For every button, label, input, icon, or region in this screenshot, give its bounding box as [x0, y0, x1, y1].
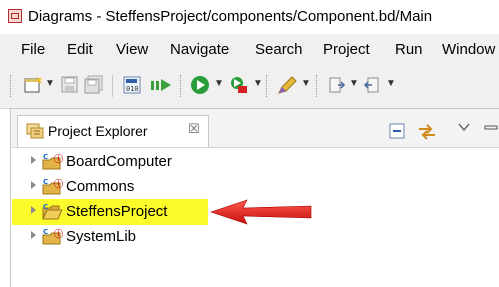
binary-build-icon[interactable]: 010 — [122, 75, 144, 95]
tree-item-boardcomputer[interactable]: ⓘ C BoardComputer — [11, 150, 481, 174]
svg-text:ⓘ: ⓘ — [54, 228, 63, 240]
chevron-down-icon[interactable]: ▼ — [214, 78, 224, 89]
expand-twisty-icon[interactable] — [31, 156, 36, 164]
expand-twisty-icon[interactable] — [31, 181, 36, 189]
new-wizard-icon[interactable] — [22, 75, 44, 95]
menu-window[interactable]: Window — [442, 41, 495, 58]
app-icon — [8, 9, 22, 23]
toolbar-grip[interactable] — [10, 75, 13, 97]
svg-text:C: C — [43, 153, 48, 161]
project-folder-error-icon: ⓘ C — [42, 228, 63, 245]
run-icon[interactable] — [190, 75, 212, 95]
menu-run[interactable]: Run — [395, 41, 423, 58]
toolbar-separator — [112, 75, 115, 97]
next-annotation-icon[interactable] — [326, 75, 348, 95]
red-arrow-annotation-icon — [210, 199, 312, 225]
expand-twisty-icon[interactable] — [31, 206, 36, 214]
title-bar: Diagrams - SteffensProject/components/Co… — [0, 0, 499, 34]
debug-step-icon[interactable] — [149, 75, 175, 95]
menu-file[interactable]: File — [21, 41, 45, 58]
chevron-down-icon[interactable]: ▼ — [301, 78, 311, 89]
window-title: Diagrams - SteffensProject/components/Co… — [28, 8, 433, 25]
tree-item-systemlib[interactable]: ⓘ C SystemLib — [11, 225, 481, 249]
link-with-editor-icon[interactable] — [417, 123, 437, 141]
minimize-icon[interactable] — [483, 121, 499, 133]
svg-text:ⓘ: ⓘ — [54, 178, 63, 190]
external-tools-icon[interactable] — [229, 75, 251, 95]
tree-item-label: BoardComputer — [66, 153, 172, 170]
menu-bar: File Edit View Navigate Search Project R… — [0, 34, 499, 64]
view-menu-icon[interactable] — [457, 121, 471, 133]
menu-edit[interactable]: Edit — [67, 41, 93, 58]
view-header: Project Explorer ☒ — [11, 109, 499, 148]
menu-project[interactable]: Project — [323, 41, 370, 58]
toolbar-grip[interactable] — [266, 75, 269, 97]
tab-project-explorer[interactable]: Project Explorer ☒ — [17, 115, 209, 147]
chevron-down-icon[interactable]: ▼ — [253, 78, 263, 89]
tree-item-label: SteffensProject — [66, 203, 168, 220]
svg-text:010: 010 — [126, 85, 139, 93]
project-explorer-view: Project Explorer ☒ ⓘ C BoardComputer ⓘ C… — [10, 108, 499, 287]
toolbar-grip[interactable] — [180, 75, 183, 97]
svg-text:ⓘ: ⓘ — [54, 153, 63, 165]
menu-search[interactable]: Search — [255, 41, 303, 58]
toolbar-grip[interactable] — [316, 75, 319, 97]
chevron-down-icon[interactable]: ▼ — [45, 78, 55, 89]
project-folder-open-icon: C — [42, 203, 63, 220]
tree-item-label: SystemLib — [66, 228, 137, 245]
svg-text:C: C — [43, 178, 48, 186]
menu-view[interactable]: View — [116, 41, 148, 58]
pen-icon[interactable] — [276, 75, 300, 95]
chevron-down-icon[interactable]: ▼ — [386, 78, 396, 89]
project-folder-error-icon: ⓘ C — [42, 178, 63, 195]
svg-text:C: C — [43, 228, 48, 236]
save-icon[interactable] — [60, 75, 80, 95]
main-toolbar: ▼ 010 ▼ ▼ ▼ ▼ ▼ — [0, 64, 499, 109]
tab-label: Project Explorer — [48, 123, 148, 139]
svg-text:C: C — [43, 203, 48, 211]
menu-navigate[interactable]: Navigate — [170, 41, 229, 58]
close-icon[interactable]: ☒ — [188, 121, 200, 137]
tree-item-label: Commons — [66, 178, 135, 195]
chevron-down-icon[interactable]: ▼ — [349, 78, 359, 89]
project-folder-error-icon: ⓘ C — [42, 153, 63, 170]
project-explorer-icon — [26, 123, 44, 139]
expand-twisty-icon[interactable] — [31, 231, 36, 239]
tree-item-commons[interactable]: ⓘ C Commons — [11, 175, 481, 199]
previous-annotation-icon[interactable] — [362, 75, 384, 95]
collapse-all-icon[interactable] — [389, 123, 405, 139]
save-all-icon[interactable] — [83, 75, 105, 95]
